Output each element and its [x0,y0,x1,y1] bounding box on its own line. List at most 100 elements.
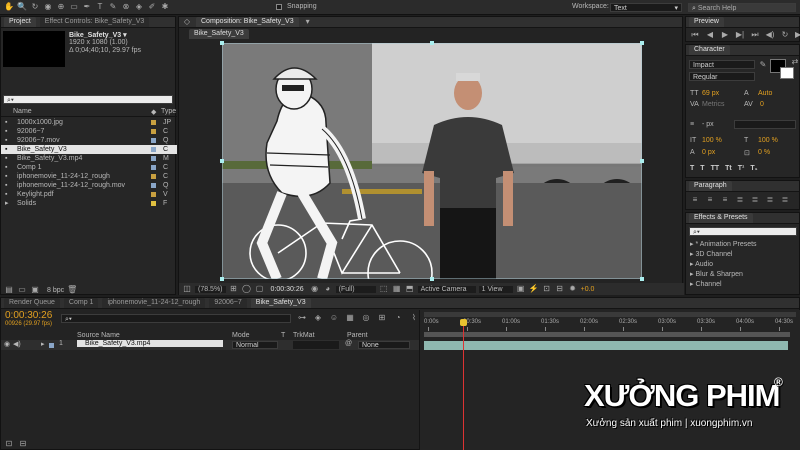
label-color-swatch[interactable] [151,192,156,197]
project-item[interactable]: ▪ 92006~7.mov Q [1,136,177,145]
exposure-value[interactable]: +0.0 [581,286,595,293]
col-trkmat[interactable]: TrkMat [293,332,315,339]
label-color-swatch[interactable] [151,165,156,170]
pixel-aspect-icon[interactable]: ▣ [516,284,526,294]
playhead-handle[interactable] [460,319,468,326]
timeline-current-time[interactable]: 0:00:30:26 [5,310,52,321]
project-item[interactable]: ▪ Bike_Safety_V3 C [1,145,177,154]
type-tool-icon[interactable]: T [95,2,105,12]
justify-center-icon[interactable]: ≣ [750,195,760,205]
exposure-icon[interactable]: ✹ [568,284,578,294]
transform-handle[interactable] [430,41,434,45]
trash-icon[interactable]: 🗑 [67,285,77,295]
timeline-tab[interactable]: 92006~7 [209,298,247,308]
vertical-scale-value[interactable]: 100 % [702,137,722,144]
project-item[interactable]: ▸ Solids F [1,199,177,208]
pen-tool-icon[interactable]: ✒ [82,2,92,12]
always-preview-icon[interactable]: ◫ [182,284,192,294]
swap-colors-icon[interactable]: ⇄ [790,57,800,67]
tab-preview[interactable]: Preview [689,17,724,27]
rect-mask-tool-icon[interactable]: ▭ [69,2,79,12]
loop-icon[interactable]: ↻ [780,30,790,40]
lock-icon[interactable]: ◇ [182,17,192,27]
all-caps-icon[interactable]: TT [711,165,720,172]
ram-preview-icon[interactable]: ▶▶ [795,30,800,40]
pan-tool-icon[interactable]: ⊕ [56,2,66,12]
tab-effects-presets[interactable]: Effects & Presets [689,213,753,223]
font-style-select[interactable]: Regular [689,72,755,81]
viewer-timecode[interactable]: 0:00:30:26 [268,286,307,293]
layer-duration-bar[interactable] [424,341,788,350]
timeline-tab[interactable]: Bike_Safety_V3 [250,298,311,308]
project-item[interactable]: ▪ iphonemovie_11-24-12_rough C [1,172,177,181]
label-color-swatch[interactable] [151,156,156,161]
roto-tool-icon[interactable]: ✐ [147,2,157,12]
interpret-footage-icon[interactable]: ▤ [4,285,14,295]
tab-paragraph[interactable]: Paragraph [689,181,732,191]
audio-icon[interactable]: ◀) [765,30,775,40]
zoom-tool-icon[interactable]: 🔍 [17,2,27,12]
transform-handle[interactable] [220,277,224,281]
effects-category[interactable]: ▸ Channel [686,280,800,289]
baseline-shift-value[interactable]: 0 px [702,149,715,156]
faux-bold-icon[interactable]: T [690,165,694,172]
layer-name[interactable]: Bike_Safety_V3.mp4 [77,340,223,347]
label-color-swatch[interactable] [151,147,156,152]
project-item[interactable]: ▪ Comp 1 C [1,163,177,172]
effects-category[interactable]: ▸ Audio [686,260,800,269]
visibility-icon[interactable]: ◉ [4,340,10,348]
timeline-tab[interactable]: Comp 1 [63,298,99,308]
camera-tool-icon[interactable]: ◉ [43,2,53,12]
flowchart-icon[interactable]: ⊟ [555,284,565,294]
tab-project[interactable]: Project [4,17,36,27]
justify-all-icon[interactable]: ≣ [780,195,790,205]
tab-character[interactable]: Character [689,45,730,55]
new-comp-icon[interactable]: ▣ [30,285,40,295]
timeline-search[interactable]: ⌕▾ [61,314,291,323]
label-color-swatch[interactable] [151,183,156,188]
transform-handle[interactable] [430,277,434,281]
small-caps-icon[interactable]: Tt [725,165,732,172]
puppet-tool-icon[interactable]: ✱ [160,2,170,12]
transform-handle[interactable] [640,41,644,45]
project-item[interactable]: ▪ 1000x1000.jpg JP [1,118,177,127]
layer-mode-select[interactable]: Normal [232,341,278,349]
audio-toggle-icon[interactable]: ◀) [13,340,21,348]
col-source-name[interactable]: Source Name [77,332,120,339]
project-item[interactable]: ▪ 92006~7 C [1,127,177,136]
superscript-icon[interactable]: T¹ [738,165,745,172]
leading-value[interactable]: Auto [758,90,772,97]
transform-handle[interactable] [640,159,644,163]
last-frame-icon[interactable]: ⏭ [750,30,760,40]
frame-blending-icon[interactable]: ▦ [345,313,355,323]
col-name-header[interactable]: Name [13,108,32,115]
transform-handle[interactable] [220,41,224,45]
label-color-swatch[interactable] [151,129,156,134]
timeline-tab[interactable]: Render Queue [4,298,60,308]
label-color-swatch[interactable] [151,138,156,143]
align-center-icon[interactable]: ≡ [705,195,715,205]
camera-icon[interactable]: ◉ [310,284,320,294]
align-right-icon[interactable]: ≡ [720,195,730,205]
rotate-tool-icon[interactable]: ↻ [30,2,40,12]
col-parent[interactable]: Parent [347,332,368,339]
region-of-interest-icon[interactable]: ⬚ [379,284,389,294]
comp-sub-tab[interactable]: Bike_Safety_V3 [189,29,249,39]
next-frame-icon[interactable]: ▶| [735,30,745,40]
parent-pickwhip-icon[interactable]: @ [345,340,352,347]
kerning-value[interactable]: Metrics [702,101,725,108]
subscript-icon[interactable]: T₁ [750,165,757,172]
stroke-width-value[interactable]: - px [702,121,714,128]
color-channel-icon[interactable]: ◕ [323,284,333,294]
mask-visibility-icon[interactable]: ◯ [242,284,252,294]
bpc-label[interactable]: 8 bpc [47,287,64,294]
project-item[interactable]: ▪ iphonemovie_11-24-12_rough.mov Q [1,181,177,190]
first-frame-icon[interactable]: ⏮ [690,30,700,40]
col-type-header[interactable]: Type [161,108,176,115]
zoom-select[interactable]: (78.5%) [195,285,226,293]
timeline-tab[interactable]: iphonemovie_11-24-12_rough [102,298,206,308]
prev-frame-icon[interactable]: ◀ [705,30,715,40]
col-t[interactable]: T [281,332,285,339]
parent-select[interactable]: None [358,341,410,349]
tab-effect-controls[interactable]: Effect Controls: Bike_Safety_V3 [39,17,150,27]
